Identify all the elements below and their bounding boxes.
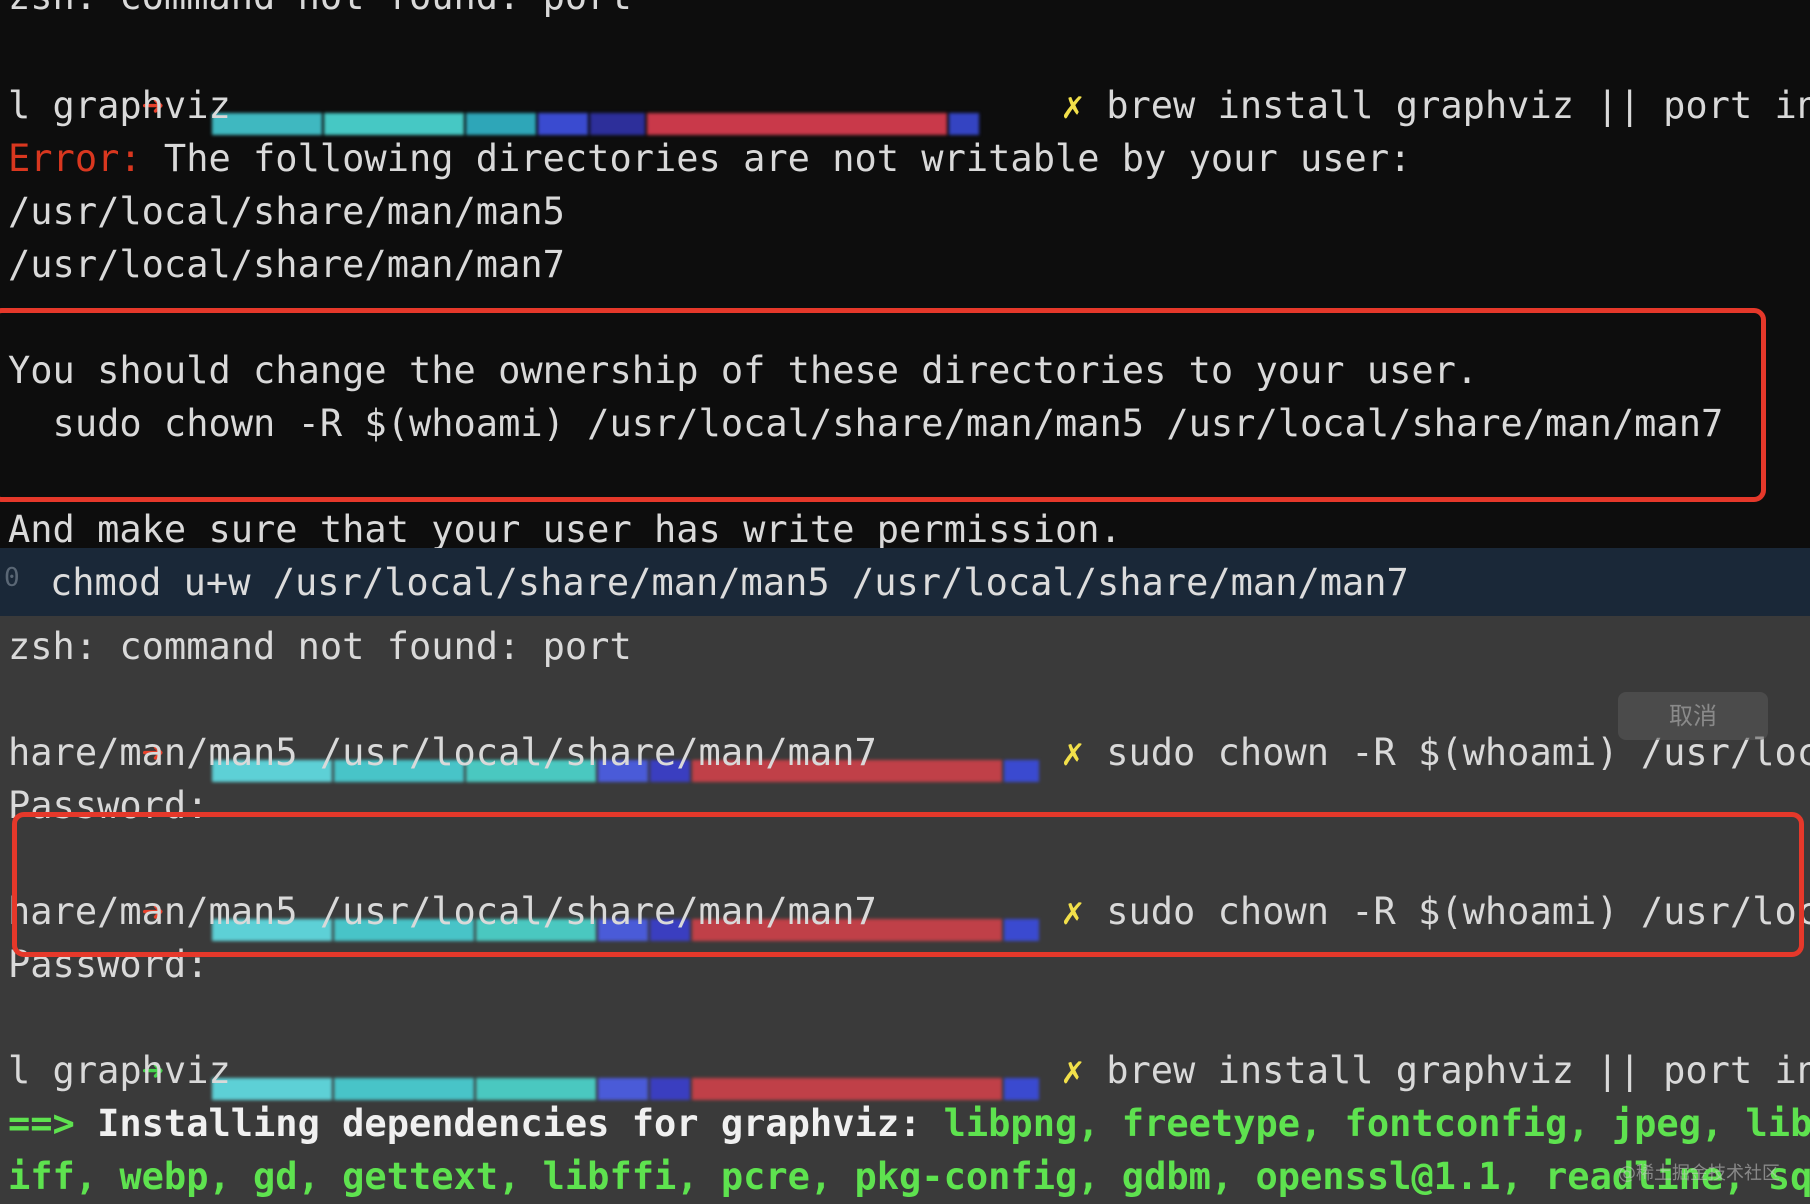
command-text: brew install graphviz || port instal bbox=[1106, 1049, 1810, 1092]
installing-arrow-icon: ==> bbox=[8, 1102, 75, 1145]
redacted-prompt-path bbox=[182, 79, 1062, 135]
command-continuation: l graphviz bbox=[8, 1049, 231, 1092]
directory-line: /usr/local/share/man/man5 bbox=[8, 190, 565, 233]
error-line: Error: The following directories are not… bbox=[8, 132, 1411, 185]
cancel-button[interactable]: 取消 bbox=[1618, 692, 1768, 740]
prompt-line: ➜✗ brew install graphviz || port instal bbox=[8, 26, 1810, 135]
gutter-marker: 0 bbox=[4, 563, 20, 593]
terminal-output-top: zsh: command not found: port ➜✗ brew ins… bbox=[0, 0, 1810, 551]
command-continuation: l graphviz bbox=[8, 84, 231, 127]
dirty-marker-icon: ✗ bbox=[1061, 1049, 1084, 1092]
selected-command-bar[interactable]: 0 chmod u+w /usr/local/share/man/man5 /u… bbox=[0, 548, 1810, 616]
command-not-found-line: zsh: command not found: port bbox=[8, 0, 632, 23]
dirty-marker-icon: ✗ bbox=[1061, 84, 1084, 127]
command-not-found-line: zsh: command not found: port bbox=[8, 625, 632, 668]
error-label: Error: bbox=[8, 137, 142, 180]
prompt-line: ➜✗ brew install graphviz || port instal bbox=[8, 991, 1810, 1100]
command-text: brew install graphviz || port instal bbox=[1106, 84, 1810, 127]
installing-label: Installing dependencies for graphviz: bbox=[74, 1102, 944, 1145]
dependency-list: libpng, freetype, fontconfig, jpeg, libt bbox=[943, 1102, 1810, 1145]
directory-line: /usr/local/share/man/man7 bbox=[8, 243, 565, 286]
watermark: @稀土掘金技术社区 bbox=[1618, 1163, 1780, 1184]
prompt-line: ➜✗ sudo chown -R $(whoami) /usr/local/s bbox=[8, 673, 1810, 782]
dependency-list-continuation: iff, webp, gd, gettext, libffi, pcre, pk… bbox=[8, 1155, 1810, 1198]
highlight-box bbox=[12, 812, 1804, 957]
command-continuation: hare/man/man5 /usr/local/share/man/man7 bbox=[8, 731, 877, 774]
dirty-marker-icon: ✗ bbox=[1061, 731, 1084, 774]
redacted-prompt-path bbox=[182, 1044, 1062, 1100]
chmod-command-line[interactable]: chmod u+w /usr/local/share/man/man5 /usr… bbox=[50, 556, 1409, 609]
error-message: The following directories are not writab… bbox=[141, 137, 1412, 180]
installing-line: ==> Installing dependencies for graphviz… bbox=[8, 1097, 1810, 1150]
highlight-box bbox=[0, 308, 1766, 502]
terminal-window[interactable]: zsh: command not found: port ➜✗ brew ins… bbox=[0, 0, 1810, 1204]
